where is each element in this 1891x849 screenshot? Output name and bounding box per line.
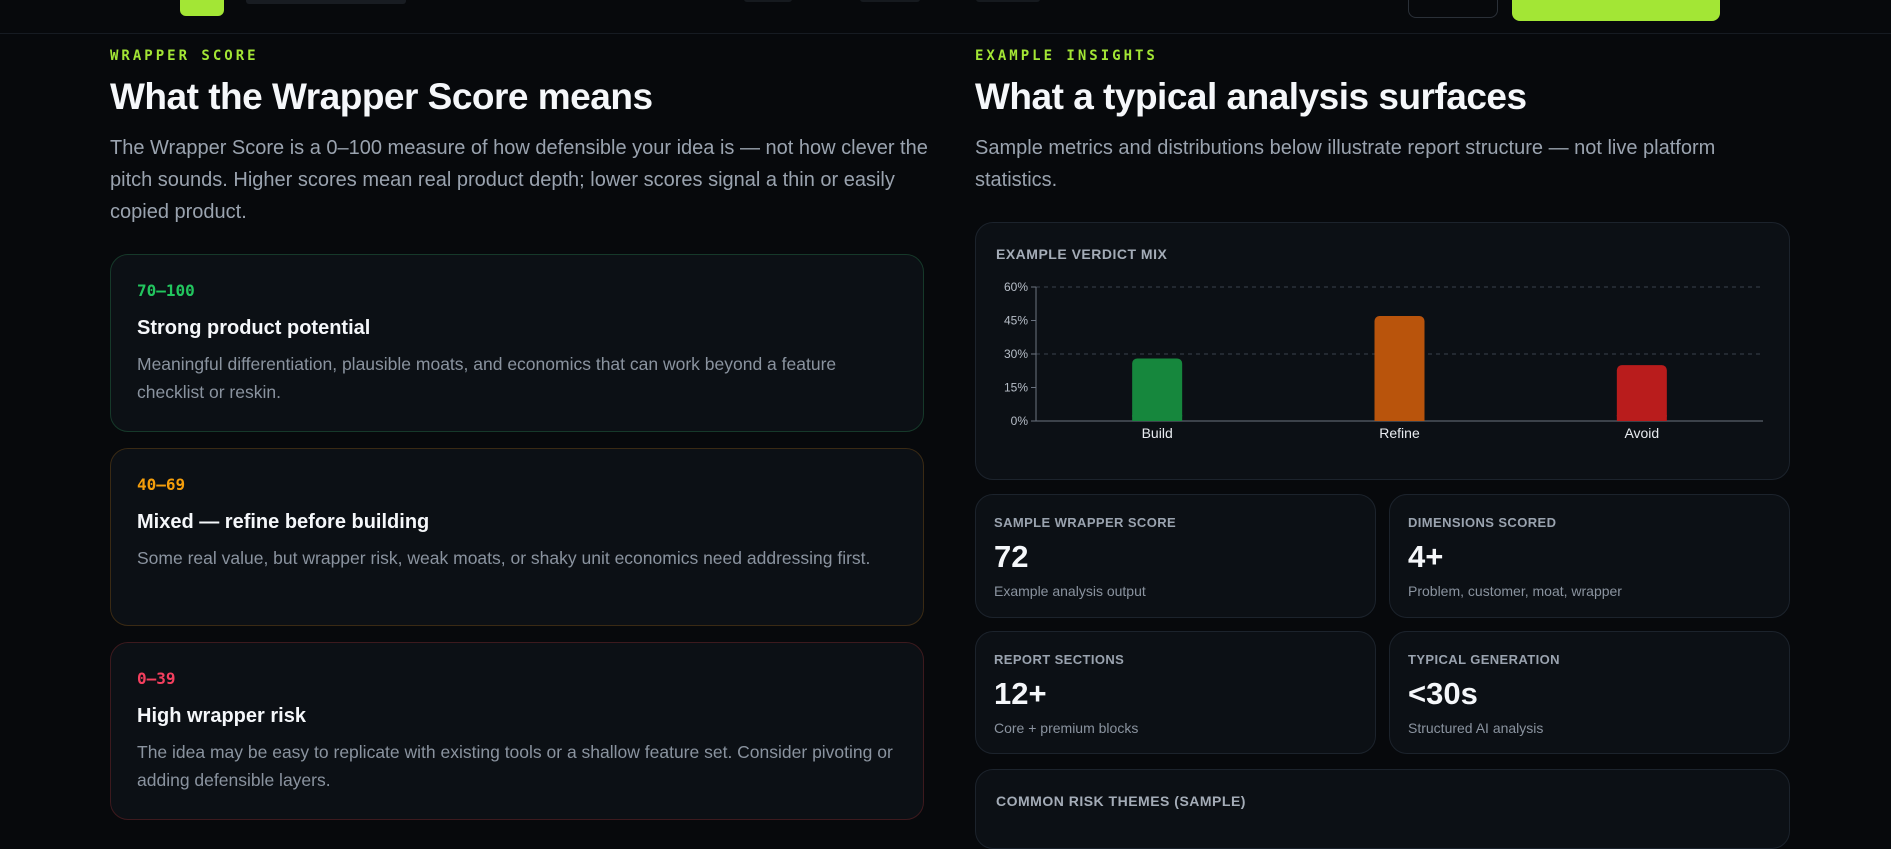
stat-card-sample-score: SAMPLE WRAPPER SCORE 72 Example analysis… (975, 494, 1376, 618)
wrapper-score-eyebrow: WRAPPER SCORE (110, 48, 259, 64)
bar-base-build (1132, 415, 1183, 421)
sign-in-button[interactable] (1408, 0, 1498, 18)
stat-caption: Problem, customer, moat, wrapper (1408, 583, 1622, 599)
insights-eyebrow: EXAMPLE INSIGHTS (975, 48, 1158, 64)
wrapper-score-lead: The Wrapper Score is a 0–100 measure of … (110, 137, 928, 223)
score-band-description: Meaningful differentiation, plausible mo… (137, 354, 837, 402)
stat-label: REPORT SECTIONS (994, 652, 1125, 667)
score-band-title: Mixed — refine before building (137, 511, 430, 533)
stat-value: 72 (994, 539, 1029, 574)
risk-themes-title: COMMON RISK THEMES (SAMPLE) (996, 793, 1246, 809)
wrapper-score-heading: What the Wrapper Score means (110, 76, 653, 117)
x-tick-label: Build (1142, 425, 1173, 441)
brand-name[interactable] (246, 0, 406, 4)
y-tick-label: 45% (1004, 314, 1028, 328)
stat-value: <30s (1408, 676, 1478, 711)
stat-card-generation: TYPICAL GENERATION <30s Structured AI an… (1389, 631, 1790, 754)
score-band-card-mixed: 40–69 Mixed — refine before building Som… (110, 448, 924, 626)
bar-base-avoid (1616, 415, 1667, 421)
nav-link[interactable] (976, 0, 1040, 2)
stat-label: SAMPLE WRAPPER SCORE (994, 515, 1177, 530)
x-tick-label: Refine (1379, 425, 1420, 441)
bar-refine (1374, 316, 1425, 421)
nav-link[interactable] (744, 0, 792, 2)
bar-base-refine (1374, 415, 1425, 421)
score-range: 0–39 (137, 669, 176, 688)
top-nav-bar (0, 0, 1891, 34)
verdict-mix-chart-panel: EXAMPLE VERDICT MIX 0% 15% 30% 45% 60% Build R… (975, 222, 1790, 480)
stat-card-report-sections: REPORT SECTIONS 12+ Core + premium block… (975, 631, 1376, 754)
y-tick-label: 0% (1011, 414, 1029, 428)
cta-button[interactable] (1512, 0, 1720, 21)
score-band-card-high-risk: 0–39 High wrapper risk The idea may be e… (110, 642, 924, 820)
bar-avoid (1616, 365, 1667, 421)
score-band-title: High wrapper risk (137, 705, 306, 727)
score-range: 40–69 (137, 475, 186, 494)
score-range: 70–100 (137, 281, 195, 300)
x-tick-label: Avoid (1624, 425, 1659, 441)
y-tick-label: 30% (1004, 347, 1028, 361)
insights-heading: What a typical analysis surfaces (975, 76, 1527, 117)
y-tick-label: 60% (1004, 280, 1028, 294)
score-band-card-strong: 70–100 Strong product potential Meaningf… (110, 254, 924, 432)
score-band-title: Strong product potential (137, 317, 371, 339)
verdict-mix-chart: 0% 15% 30% 45% 60% Build Refine Avoid (1004, 280, 1763, 441)
insights-lead: Sample metrics and distributions below i… (975, 137, 1716, 191)
stat-value: 4+ (1408, 539, 1444, 574)
stat-caption: Example analysis output (994, 583, 1146, 599)
risk-themes-panel: COMMON RISK THEMES (SAMPLE) (975, 769, 1790, 849)
stat-caption: Structured AI analysis (1408, 720, 1544, 736)
stat-card-dimensions: DIMENSIONS SCORED 4+ Problem, customer, … (1389, 494, 1790, 618)
y-tick-label: 15% (1004, 381, 1028, 395)
bar-build (1132, 358, 1183, 421)
stat-label: DIMENSIONS SCORED (1408, 515, 1557, 530)
nav-link[interactable] (860, 0, 920, 2)
stat-label: TYPICAL GENERATION (1408, 652, 1560, 667)
score-band-description: Some real value, but wrapper risk, weak … (137, 548, 871, 568)
logo-icon[interactable] (180, 0, 224, 16)
stat-caption: Core + premium blocks (994, 720, 1139, 736)
stat-value: 12+ (994, 676, 1047, 711)
score-band-description: The idea may be easy to replicate with e… (137, 742, 893, 790)
